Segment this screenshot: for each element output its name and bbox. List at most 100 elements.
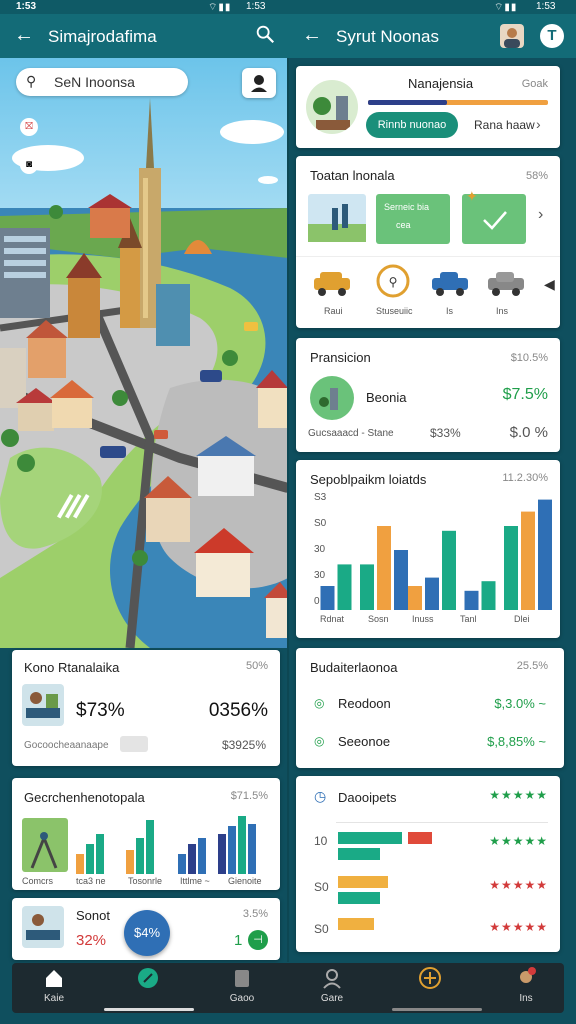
status-bar: 1:53 ⌔▮▮ 1:53 ⌔▮▮ 1:53 [0, 0, 576, 14]
rating-bar [338, 876, 388, 888]
progress-track [368, 100, 548, 105]
row-icon: ◎ [314, 734, 325, 748]
card-label: Gocoocheaanaape [24, 740, 109, 751]
left-stats-card: Kono Rtanalaika 50% $73% 0356% Gocoochea… [12, 650, 280, 766]
chart-bar [425, 577, 439, 610]
back-arrow-icon[interactable]: ← [302, 24, 322, 47]
svg-text:⚲: ⚲ [389, 275, 398, 289]
chart-bar [337, 564, 352, 610]
sub-value-2: $.0 % [509, 424, 548, 441]
chevron-right-icon[interactable]: › [536, 116, 541, 132]
vehicle-label-0: Raui [324, 306, 343, 316]
chart-bar [360, 564, 374, 610]
grey-car-icon[interactable] [486, 268, 526, 298]
row-label: Beonia [366, 390, 407, 405]
row-label-0: Reodoon [338, 696, 391, 711]
nav-explore[interactable] [118, 967, 178, 993]
chart-bar [481, 581, 496, 610]
route-thumbnail [308, 194, 366, 242]
card-meta: $10.5% [510, 352, 548, 364]
stat-value-b: 0356% [208, 700, 268, 721]
card-meta: 3.5% [242, 908, 268, 920]
x-label-2: Inuss [412, 614, 434, 624]
home-icon [46, 970, 62, 987]
rating-stars-icon: ★★★★★ [489, 878, 548, 892]
right-screen-title: Syrut Noonas [336, 27, 439, 46]
nav-add[interactable] [400, 967, 460, 993]
secondary-link[interactable]: Rana haaw [474, 118, 535, 132]
status-time: 1:53 [16, 1, 37, 12]
car-icon[interactable] [312, 268, 352, 298]
search-icon[interactable] [254, 23, 276, 45]
nav-profile-label: Gare [320, 993, 344, 1004]
card-meta: Goak [521, 78, 548, 90]
blue-car-icon[interactable] [430, 268, 470, 298]
nav-book[interactable]: Gaoo [212, 967, 272, 1004]
card-meta: 50% [245, 660, 268, 672]
nav-notifications[interactable]: Ins [496, 967, 556, 1004]
bike-icon[interactable]: ⚲ [376, 264, 410, 298]
rating-bar [408, 832, 432, 844]
user-profile-button[interactable] [242, 68, 276, 98]
route-card-sub: cea [396, 220, 411, 230]
location-thumbnail [306, 80, 358, 134]
chart-bar [394, 550, 408, 610]
more-icon[interactable]: ◀ [544, 276, 555, 293]
route-card-text: Serneic bia [384, 202, 430, 212]
user-icon [323, 969, 341, 989]
map-marker-icon[interactable]: ⛝ [20, 118, 38, 136]
ratings-y-1: S0 [314, 880, 329, 894]
chart-label-4: Gienoite [228, 876, 262, 886]
avatar[interactable] [500, 24, 524, 48]
action-fab-label: $4% [133, 925, 161, 940]
add-circle-icon [419, 967, 441, 989]
chart-bar [442, 530, 456, 610]
row-icon: ◎ [314, 696, 325, 710]
card-title: Gecrchenhenotopala [24, 790, 145, 805]
thumbnail-image [22, 906, 64, 948]
home-indicator-2[interactable] [392, 1008, 482, 1011]
primary-button[interactable]: Rinnb nuonao [366, 112, 458, 138]
chart-label-2: Tosonrle [128, 876, 163, 886]
action-fab[interactable]: $4% [124, 910, 170, 956]
route-card[interactable]: Serneic bia cea [376, 194, 450, 244]
card-meta: $71.5% [230, 790, 268, 802]
user-icon [251, 75, 267, 92]
divider [336, 822, 548, 823]
card-title: Nanajensia [408, 76, 474, 91]
right-profile-card: Nanajensia Goak Rinnb nuonao Rana haaw › [296, 66, 560, 148]
nav-home-label: Kaie [43, 993, 64, 1004]
vehicle-label-1: Stuseuiic [376, 306, 413, 316]
chart-bar [504, 526, 518, 610]
card-meta: 25.5% [516, 660, 548, 672]
chevron-right-icon[interactable]: › [538, 206, 543, 224]
chart-label-1: tca3 ne [76, 876, 106, 886]
chart-bar [521, 511, 535, 610]
nav-book-label: Gaoo [229, 993, 255, 1004]
card-title: Daooipets [338, 790, 397, 805]
add-icon[interactable]: ⊣ [248, 930, 268, 950]
toggle-switch[interactable] [120, 736, 148, 752]
home-indicator[interactable] [104, 1008, 194, 1011]
camera-marker-icon[interactable]: ◙ [20, 156, 38, 174]
card-title: Kono Rtanalaika [24, 660, 120, 675]
nav-profile[interactable]: Gare [302, 967, 362, 1004]
status-time-2: 1:53 [246, 1, 266, 12]
nav-home[interactable]: Kaie [24, 967, 84, 1004]
chart-label-0: Comcrs [22, 876, 53, 886]
profile-t-icon[interactable]: T [540, 24, 564, 48]
search-icon: ⚲ [26, 73, 37, 89]
notification-icon [520, 967, 536, 983]
map-thumbnail [22, 818, 68, 872]
left-app-bar: ← Simajrodafima [0, 14, 288, 58]
progress-fill [368, 100, 448, 105]
right-price-card: Pransicion $10.5% Beonia $7.5% Gucsaaacd… [296, 338, 560, 452]
mini-bar-chart [76, 816, 256, 874]
map-search-input[interactable]: ⚲ SeN Inoonsa [16, 68, 188, 96]
map-search-text: SeN Inoonsa [54, 74, 135, 90]
card-title: Budaiterlaonoa [310, 660, 398, 675]
chart-bar [464, 590, 479, 610]
city-map[interactable]: ⚲ SeN Inoonsa ⛝ ◙ [0, 58, 288, 648]
star-badge-icon: ✦ [466, 188, 478, 204]
back-arrow-icon[interactable]: ← [14, 24, 34, 47]
